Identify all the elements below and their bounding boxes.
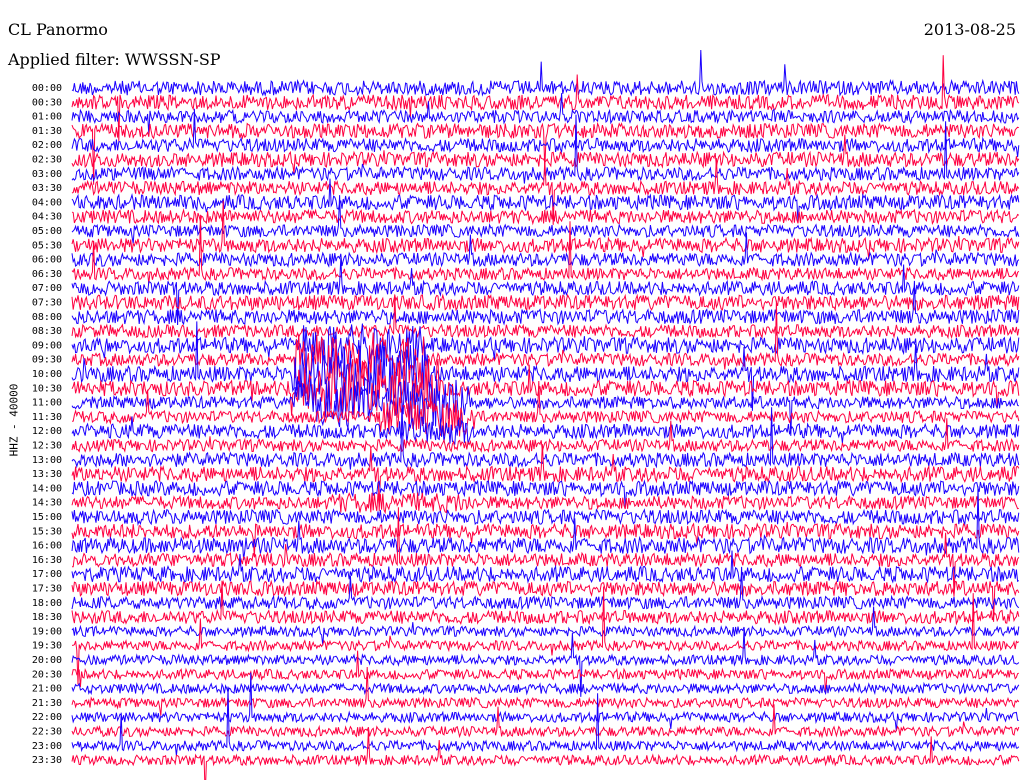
time-tick-label: 20:00: [32, 655, 62, 666]
time-tick-label: 15:30: [32, 526, 62, 537]
trace-line: [71, 566, 1020, 611]
time-tick-label: 22:30: [32, 727, 62, 738]
time-tick-label: 00:30: [32, 97, 62, 108]
time-tick-label: 08:00: [32, 312, 62, 323]
time-tick-label: 07:00: [32, 283, 62, 294]
time-tick-label: 01:00: [32, 112, 62, 123]
trace-line: [72, 507, 1020, 597]
time-tick-label: 03:00: [32, 169, 62, 180]
time-tick-label: 01:30: [32, 126, 62, 137]
time-tick-label: 12:30: [32, 441, 62, 452]
time-tick-label: 15:00: [32, 512, 62, 523]
time-tick-label: 23:30: [32, 755, 62, 766]
time-tick-label: 04:00: [32, 197, 62, 208]
trace-line: [71, 486, 1020, 561]
time-tick-label: 10:30: [32, 383, 62, 394]
trace-line: [71, 232, 1020, 269]
trace-line: [71, 606, 1020, 646]
time-tick-label: 14:00: [32, 483, 62, 494]
trace-line: [71, 55, 1020, 142]
time-tick-label: 11:30: [32, 412, 62, 423]
time-tick-label: 02:00: [32, 140, 62, 151]
time-tick-label: 03:30: [32, 183, 62, 194]
time-tick-label: 05:30: [32, 240, 62, 251]
time-tick-label: 17:00: [32, 569, 62, 580]
time-tick-label: 02:30: [32, 155, 62, 166]
time-tick-label: 06:00: [32, 255, 62, 266]
helicorder-plot: 00:00 00:30 01:00 01:30 02:00 02:30 03:00 03:30…: [32, 49, 1020, 780]
trace-line: [71, 681, 1020, 696]
time-tick-label: 21:00: [32, 684, 62, 695]
trace-line: [71, 418, 1020, 454]
time-tick-label: 14:30: [32, 498, 62, 509]
time-tick-label: 08:30: [32, 326, 62, 337]
time-tick-label: 13:00: [32, 455, 62, 466]
trace-line: [71, 492, 1019, 515]
time-tick-label: 16:00: [32, 541, 62, 552]
time-labels: 00:00 00:30 01:00 01:30 02:00 02:30 03:00 03:30…: [32, 83, 62, 766]
trace-line: [71, 293, 1020, 312]
time-tick-label: 06:30: [32, 269, 62, 280]
time-tick-label: 21:30: [32, 698, 62, 709]
trace-group: [71, 49, 1020, 780]
time-tick-label: 19:00: [32, 626, 62, 637]
trace-line: [71, 508, 1020, 526]
time-tick-label: 20:30: [32, 669, 62, 680]
trace-line: [71, 358, 1020, 418]
time-tick-label: 09:30: [32, 355, 62, 366]
trace-line: [71, 49, 1020, 97]
time-tick-label: 07:30: [32, 298, 62, 309]
time-tick-label: 16:30: [32, 555, 62, 566]
time-tick-label: 11:00: [32, 398, 62, 409]
time-tick-label: 10:00: [32, 369, 62, 380]
time-tick-label: 19:30: [32, 641, 62, 652]
time-tick-label: 00:00: [32, 83, 62, 94]
time-tick-label: 09:00: [32, 340, 62, 351]
time-tick-label: 18:30: [32, 612, 62, 623]
time-tick-label: 05:00: [32, 226, 62, 237]
trace-line: [71, 730, 1020, 780]
time-tick-label: 23:00: [32, 741, 62, 752]
trace-line: [71, 208, 1020, 226]
time-tick-label: 04:30: [32, 212, 62, 223]
time-tick-label: 18:00: [32, 598, 62, 609]
time-tick-label: 22:00: [32, 712, 62, 723]
time-tick-label: 12:00: [32, 426, 62, 437]
trace-line: [71, 214, 1020, 284]
time-tick-label: 17:30: [32, 584, 62, 595]
time-tick-label: 13:30: [32, 469, 62, 480]
